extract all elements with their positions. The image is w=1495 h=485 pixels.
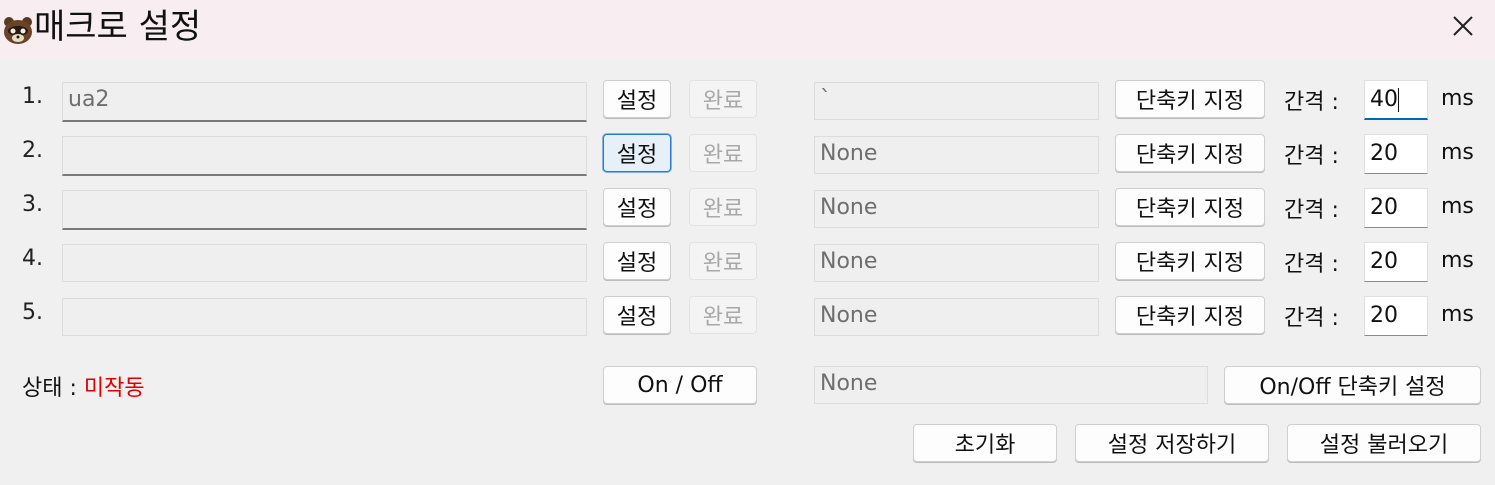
load-settings-button[interactable]: 설정 불러오기 <box>1287 424 1481 462</box>
interval-input[interactable]: 20 <box>1364 296 1428 336</box>
set-button[interactable]: 설정 <box>603 188 671 226</box>
row-number: 5. <box>22 300 43 325</box>
status-indicator: 상태 : 미작동 <box>22 370 145 402</box>
row-number: 1. <box>22 84 43 109</box>
interval-input[interactable]: 20 <box>1364 134 1428 174</box>
on-off-hotkey-display: None <box>814 366 1208 404</box>
on-off-hotkey-button[interactable]: On/Off 단축키 설정 <box>1224 366 1481 404</box>
interval-label: 간격 : <box>1284 198 1339 223</box>
interval-label: 간격 : <box>1284 306 1339 331</box>
interval-input[interactable]: 20 <box>1364 242 1428 282</box>
assign-hotkey-button[interactable]: 단축키 지정 <box>1115 296 1265 334</box>
done-button[interactable]: 완료 <box>689 296 757 334</box>
row-number: 3. <box>22 192 43 217</box>
reset-button[interactable]: 초기화 <box>913 424 1057 462</box>
interval-label: 간격 : <box>1284 90 1339 115</box>
status-label: 상태 : <box>22 376 84 401</box>
set-button[interactable]: 설정 <box>603 80 671 118</box>
macro-input[interactable]: ua2 <box>62 82 587 122</box>
interval-value: 40 <box>1370 87 1398 112</box>
hotkey-display: ` <box>814 82 1099 120</box>
row-number: 2. <box>22 138 43 163</box>
hotkey-display: None <box>814 298 1099 336</box>
ms-unit: ms <box>1441 194 1474 219</box>
done-button[interactable]: 완료 <box>689 80 757 118</box>
window-title: 매크로 설정 <box>34 7 202 47</box>
title-bar: 매크로 설정 <box>0 0 1495 58</box>
raccoon-icon <box>4 17 32 44</box>
close-icon <box>1453 16 1473 36</box>
hotkey-display: None <box>814 244 1099 282</box>
ms-unit: ms <box>1441 302 1474 327</box>
assign-hotkey-button[interactable]: 단축키 지정 <box>1115 134 1265 172</box>
interval-label: 간격 : <box>1284 252 1339 277</box>
row-number: 4. <box>22 246 43 271</box>
on-off-button[interactable]: On / Off <box>603 366 757 404</box>
done-button[interactable]: 완료 <box>689 242 757 280</box>
save-settings-button[interactable]: 설정 저장하기 <box>1075 424 1269 462</box>
interval-input[interactable]: 20 <box>1364 188 1428 228</box>
assign-hotkey-button[interactable]: 단축키 지정 <box>1115 242 1265 280</box>
assign-hotkey-button[interactable]: 단축키 지정 <box>1115 188 1265 226</box>
done-button[interactable]: 완료 <box>689 134 757 172</box>
macro-input[interactable] <box>62 244 587 282</box>
text-caret <box>1398 88 1399 112</box>
macro-input[interactable] <box>62 136 587 176</box>
assign-hotkey-button[interactable]: 단축키 지정 <box>1115 80 1265 118</box>
ms-unit: ms <box>1441 140 1474 165</box>
macro-input[interactable] <box>62 298 587 336</box>
hotkey-display: None <box>814 190 1099 228</box>
set-button[interactable]: 설정 <box>603 296 671 334</box>
hotkey-display: None <box>814 136 1099 174</box>
interval-label: 간격 : <box>1284 144 1339 169</box>
set-button[interactable]: 설정 <box>603 242 671 280</box>
interval-input[interactable]: 40 <box>1364 80 1428 120</box>
status-value: 미작동 <box>83 376 145 401</box>
macro-input[interactable] <box>62 190 587 230</box>
close-button[interactable] <box>1431 0 1495 52</box>
done-button[interactable]: 완료 <box>689 188 757 226</box>
ms-unit: ms <box>1441 248 1474 273</box>
set-button[interactable]: 설정 <box>603 134 671 172</box>
ms-unit: ms <box>1441 86 1474 111</box>
